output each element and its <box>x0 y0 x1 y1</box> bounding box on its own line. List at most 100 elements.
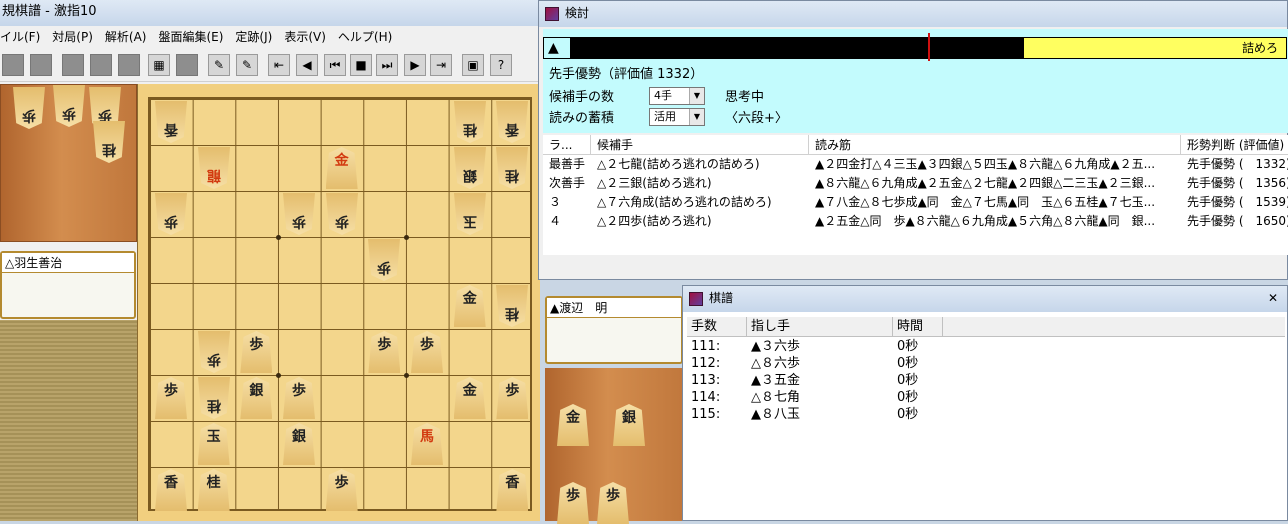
board-piece[interactable]: 歩 <box>368 239 400 281</box>
sente-hand-piece[interactable]: 歩 <box>597 482 629 524</box>
board-piece[interactable]: 香 <box>496 469 529 511</box>
menu-help[interactable]: ヘルプ(H) <box>332 26 398 48</box>
gote-hand-piece[interactable]: 桂 <box>93 121 125 163</box>
board-piece[interactable]: 桂 <box>454 101 486 143</box>
board-piece[interactable]: 歩 <box>198 331 230 373</box>
accum-label: 読みの蓄積 <box>549 111 615 126</box>
col-move-number[interactable]: 手数 <box>687 317 747 336</box>
board-piece[interactable]: 歩 <box>155 377 187 419</box>
board-icon[interactable]: ▦ <box>148 54 170 76</box>
board-piece[interactable]: 香 <box>155 469 187 511</box>
board-piece[interactable]: 歩 <box>155 193 187 235</box>
board-piece[interactable]: 銀 <box>283 423 315 465</box>
monitor-icon[interactable]: ▣ <box>462 54 484 76</box>
kifu-row[interactable]: 113: ▲３五金 0秒 <box>687 372 943 389</box>
gote-hand-piece[interactable]: 歩 <box>13 87 45 129</box>
board-piece[interactable]: 桂 <box>496 147 528 189</box>
menu-game[interactable]: 対局(P) <box>46 26 99 48</box>
board-piece[interactable]: 香 <box>496 101 528 143</box>
board-piece[interactable]: 桂 <box>197 469 230 511</box>
col-pv[interactable]: 読み筋 <box>809 135 1181 154</box>
kifu-cell: 115: <box>691 407 721 422</box>
back-icon[interactable]: ◀ <box>296 54 318 76</box>
gote-player-name: △羽生善治 <box>2 253 134 273</box>
prev-branch-icon[interactable]: ⏮ <box>324 54 346 76</box>
new-icon[interactable] <box>2 54 24 76</box>
menu-joseki[interactable]: 定跡(J) <box>229 26 278 48</box>
close-icon[interactable]: ✕ <box>1263 289 1283 307</box>
board-piece[interactable]: 馬 <box>411 423 444 465</box>
board-piece[interactable]: 銀 <box>454 147 486 189</box>
menu-board-edit[interactable]: 盤面編集(E) <box>152 26 229 48</box>
kifu-row[interactable]: 115: ▲８八玉 0秒 <box>687 406 943 423</box>
kifu-cell: △８七角 <box>751 390 800 405</box>
review-icon[interactable]: ✎ <box>236 54 258 76</box>
candidate-row[interactable]: ４ △２四歩(詰めろ逃れ) ▲２五金△同 歩▲８六龍△６九角成▲５六角△８六龍▲同 … <box>543 212 1288 231</box>
kifu-cell: 111: <box>691 339 721 354</box>
board-piece[interactable]: 玉 <box>197 423 230 465</box>
board-piece[interactable]: 銀 <box>240 377 273 419</box>
sente-hand-piece[interactable]: 銀 <box>613 404 645 446</box>
first-move-icon[interactable]: ⇤ <box>268 54 290 76</box>
board-piece[interactable]: 金 <box>325 147 358 189</box>
sente-piece-stand: 金 銀 歩 歩 <box>545 368 685 524</box>
menu-file[interactable]: イル(F) <box>0 26 46 48</box>
star-point <box>404 235 409 240</box>
candidate-row[interactable]: 最善手 △２七龍(詰めろ逃れの詰めろ) ▲２四金打△４三玉▲３四銀△５四玉▲８六龍△… <box>543 155 1288 174</box>
menu-analysis[interactable]: 解析(A) <box>99 26 153 48</box>
last-move-icon[interactable]: ⇥ <box>430 54 452 76</box>
candidate-cell: 最善手 <box>549 157 586 171</box>
board-piece[interactable]: 桂 <box>198 377 230 419</box>
board-grid: 香桂香龍金銀桂歩歩歩玉歩金桂歩歩歩歩歩桂銀歩金歩玉銀馬香桂歩香 <box>148 97 532 511</box>
stop-icon[interactable]: ■ <box>350 54 372 76</box>
menu-view[interactable]: 表示(V) <box>278 26 332 48</box>
export-icon[interactable] <box>118 54 140 76</box>
board-piece[interactable]: 歩 <box>240 331 273 373</box>
board-piece[interactable]: 歩 <box>368 331 401 373</box>
candidate-row[interactable]: ３ △７六角成(詰めろ逃れの詰めろ) ▲７八金△８七歩成▲同 金△７七馬▲同 玉△６… <box>543 193 1288 212</box>
candidate-cell: ３ <box>549 195 562 209</box>
board-piece[interactable]: 歩 <box>411 331 444 373</box>
next-branch-icon[interactable]: ⏭ <box>376 54 398 76</box>
col-move[interactable]: 候補手 <box>591 135 809 154</box>
cand-count-select[interactable]: 4手 ▼ <box>649 87 705 105</box>
sente-hand-piece[interactable]: 金 <box>557 404 589 446</box>
sente-hand-piece[interactable]: 歩 <box>557 482 589 524</box>
edit-icon[interactable] <box>176 54 198 76</box>
open-icon[interactable] <box>30 54 52 76</box>
board-piece[interactable]: 桂 <box>496 285 528 327</box>
col-time[interactable]: 時間 <box>893 317 943 336</box>
board-piece[interactable]: 歩 <box>326 193 358 235</box>
kifu-cell: △８六歩 <box>751 356 800 371</box>
board-piece[interactable]: 歩 <box>496 377 529 419</box>
col-move[interactable]: 指し手 <box>747 317 893 336</box>
shogi-board: 香桂香龍金銀桂歩歩歩玉歩金桂歩歩歩歩歩桂銀歩金歩玉銀馬香桂歩香 <box>137 84 540 521</box>
print-icon[interactable] <box>90 54 112 76</box>
board-piece[interactable]: 歩 <box>283 377 315 419</box>
kifu-row[interactable]: 112: △８六歩 0秒 <box>687 355 943 372</box>
col-rank[interactable]: ラ... <box>543 135 591 154</box>
candidate-cell: ▲７八金△８七歩成▲同 金△７七馬▲同 玉△６五桂▲７七玉... <box>815 195 1156 209</box>
board-piece[interactable]: 金 <box>453 377 486 419</box>
help-icon[interactable]: ? <box>490 54 512 76</box>
board-piece[interactable]: 香 <box>155 101 187 143</box>
gote-hand-piece[interactable]: 歩 <box>53 85 85 127</box>
sente-player-name: ▲渡辺 明 <box>547 298 681 318</box>
accum-select[interactable]: 活用 ▼ <box>649 108 705 126</box>
board-piece[interactable]: 玉 <box>454 193 486 235</box>
board-piece[interactable]: 歩 <box>325 469 358 511</box>
sente-player-box: ▲渡辺 明 <box>545 296 683 364</box>
kifu-cell: 0秒 <box>897 356 919 371</box>
save-icon[interactable] <box>62 54 84 76</box>
board-piece[interactable]: 歩 <box>283 193 315 235</box>
candidate-row[interactable]: 次善手 △２三銀(詰めろ逃れ) ▲８六龍△６九角成▲２五金△２七龍▲２四銀△二三玉▲… <box>543 174 1288 193</box>
board-piece[interactable]: 金 <box>453 285 486 327</box>
kifu-row[interactable]: 111: ▲３六歩 0秒 <box>687 338 943 355</box>
board-piece[interactable]: 龍 <box>198 147 230 189</box>
kifu-window: 棋譜 ✕ 手数 指し手 時間 111: ▲３六歩 0秒 112: △８六歩 0秒 113: ▲… <box>682 285 1288 521</box>
analyze-icon[interactable]: ✎ <box>208 54 230 76</box>
forward-icon[interactable]: ▶ <box>404 54 426 76</box>
engine-level: 〈六段+〉 <box>725 111 788 126</box>
col-eval[interactable]: 形勢判断 (評価値) <box>1181 135 1288 154</box>
kifu-row[interactable]: 114: △８七角 0秒 <box>687 389 943 406</box>
